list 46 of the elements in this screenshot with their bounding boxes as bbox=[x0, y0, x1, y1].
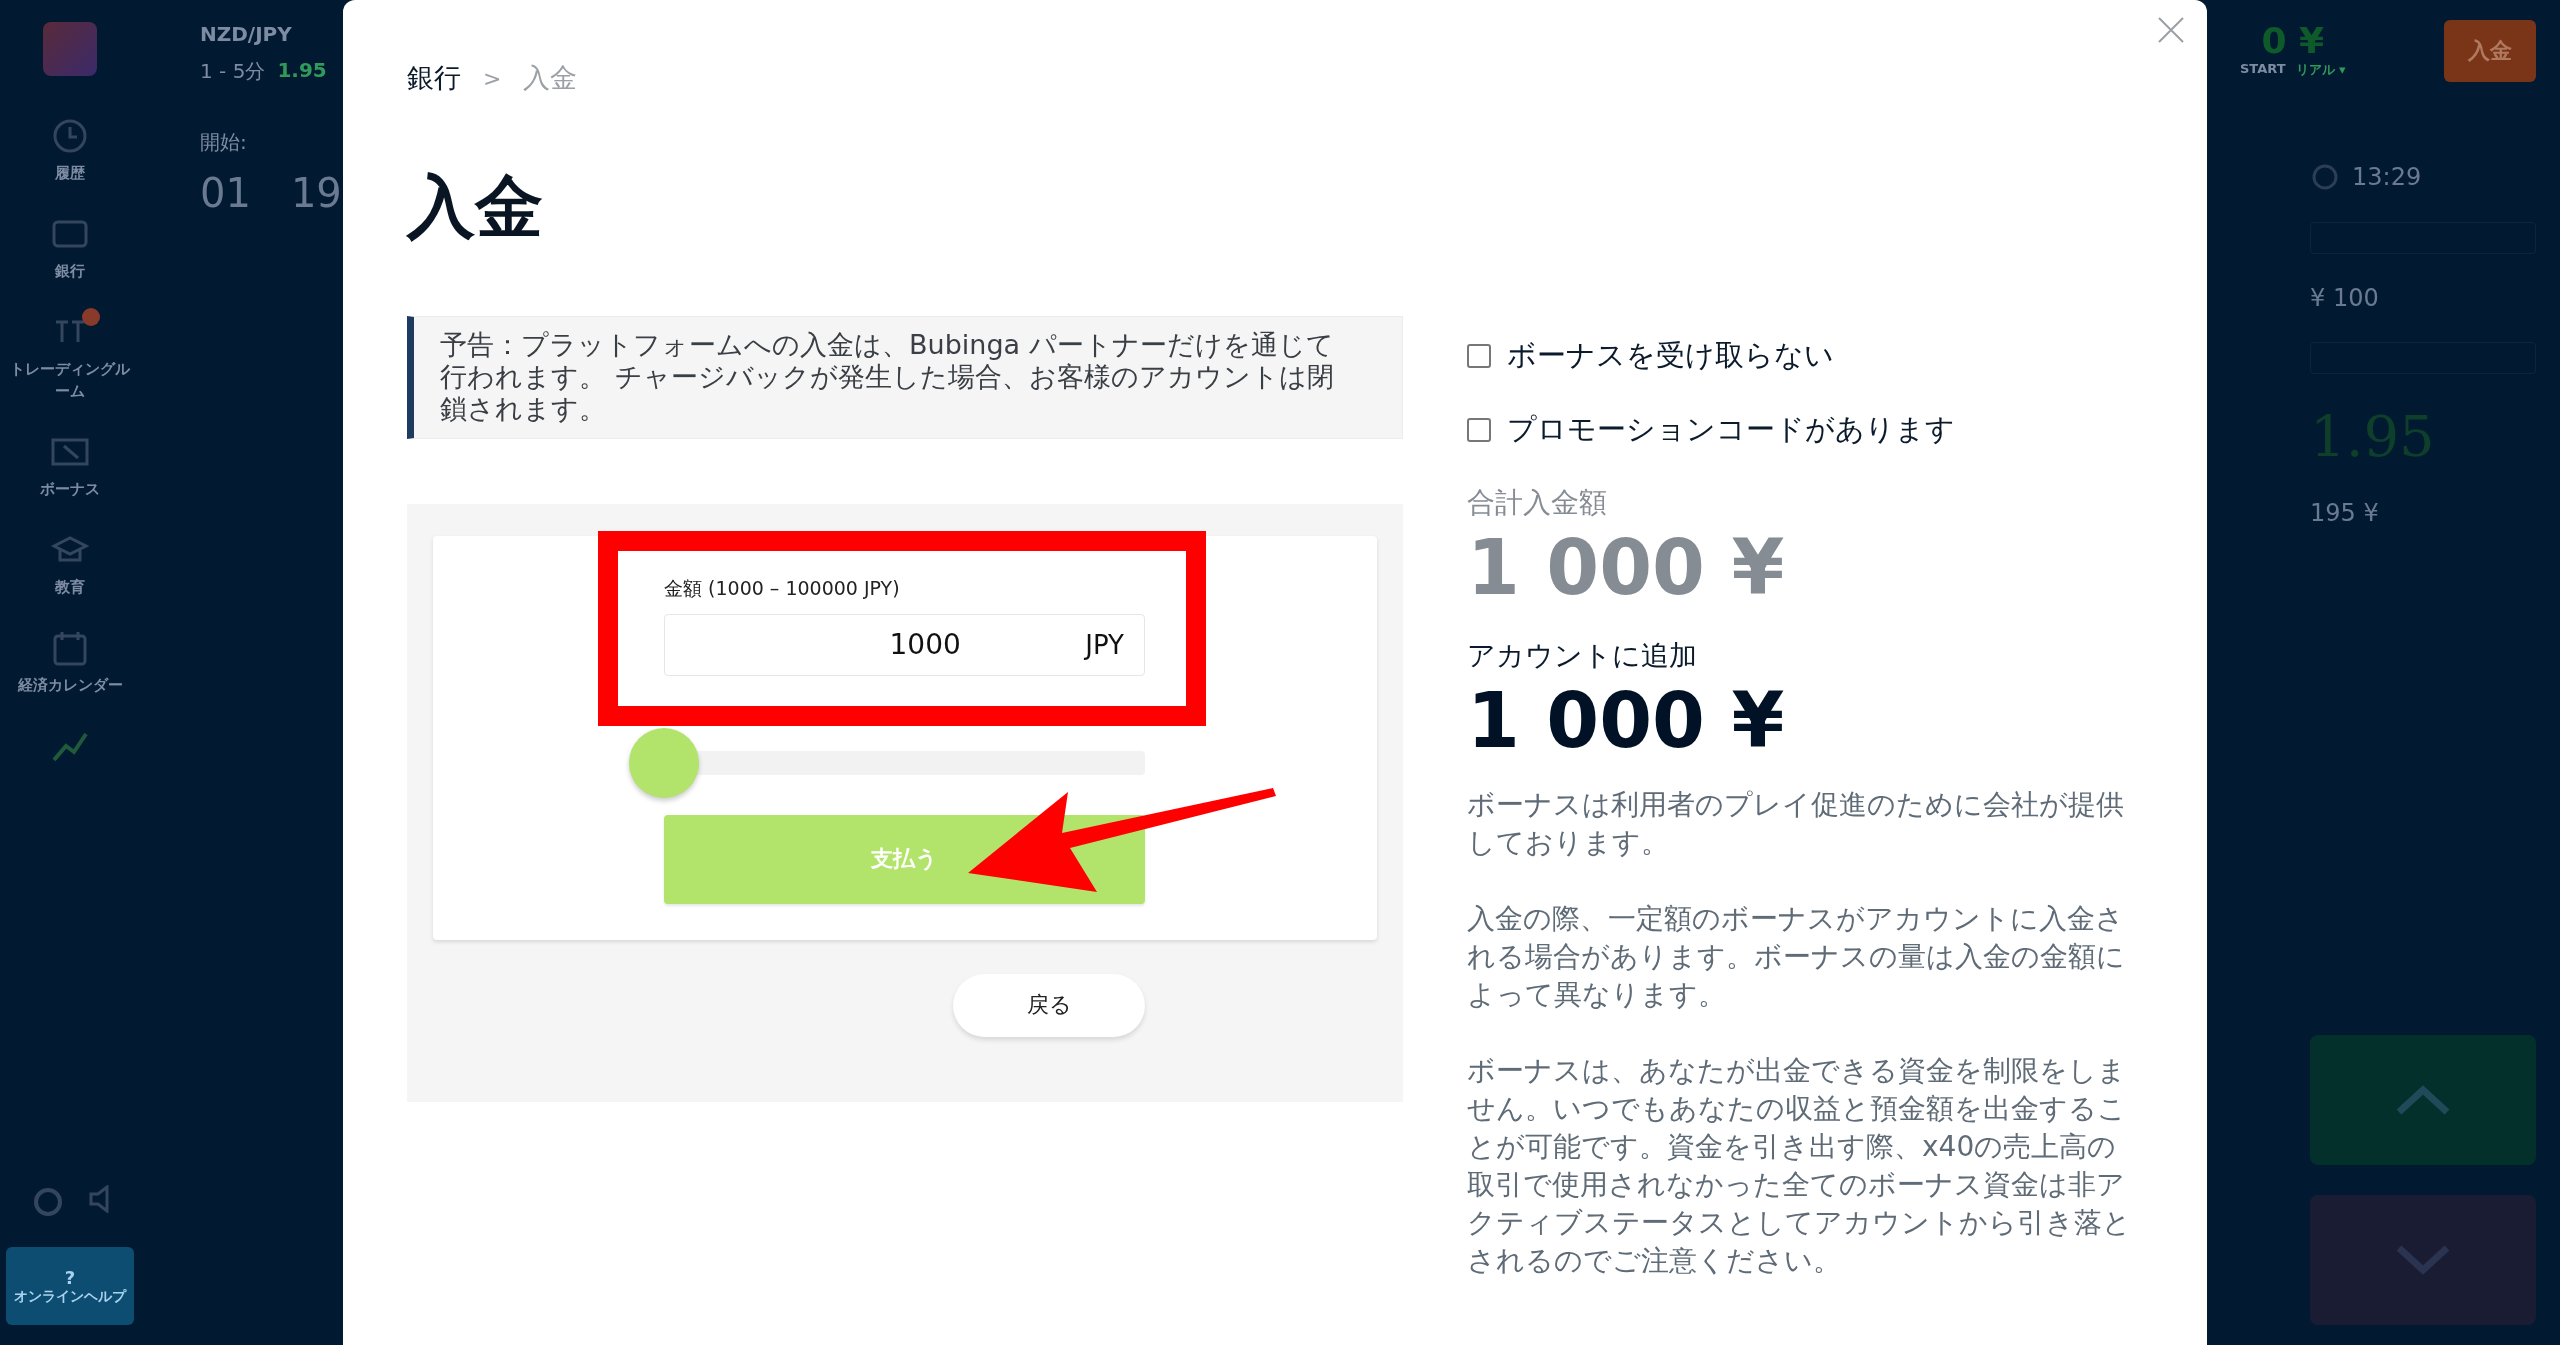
checkbox[interactable] bbox=[1467, 417, 1491, 442]
amount-value: ¥ 100 bbox=[2310, 284, 2380, 312]
clock-icon bbox=[2310, 162, 2340, 192]
info-paragraph: 入金の際、一定額のボーナスがアカウントに入金される場合があります。ボーナスの量は入金の金額によって異なります。 bbox=[1467, 900, 2126, 1013]
sidebar-item[interactable]: トレーディングルーム bbox=[5, 312, 135, 402]
profit-value: 195 ¥ bbox=[2310, 499, 2380, 527]
slider-thumb[interactable] bbox=[629, 727, 699, 798]
added-label: アカウントに追加 bbox=[1467, 637, 1698, 674]
sidebar-item[interactable]: 教育 bbox=[5, 530, 135, 598]
breadcrumb-link[interactable]: 入金 bbox=[523, 60, 578, 96]
notice-text: 予告：プラットフォームへの入金は、Bubinga パートナーだけを通じて行われます。 チャージバックが発生した場合、お客様のアカウントは閉鎖されます。 bbox=[407, 315, 1403, 439]
checkbox-label[interactable]: プロモーションコードがあります bbox=[1507, 409, 1955, 450]
timer-digits: 19 bbox=[290, 170, 342, 216]
sidebar-item[interactable]: 履歴 bbox=[5, 116, 135, 184]
account-type-dropdown[interactable]: リアル ▾ bbox=[2295, 61, 2346, 79]
total-amount: 1 000 ¥ bbox=[1467, 521, 1786, 613]
breadcrumb-link[interactable]: 銀行 bbox=[407, 60, 461, 96]
down-button[interactable] bbox=[2310, 1195, 2536, 1325]
timer-digits: 01 bbox=[200, 170, 251, 216]
sidebar-item[interactable]: 銀行 bbox=[5, 214, 135, 282]
time-value: 13:29 bbox=[2352, 163, 2422, 191]
logo-icon bbox=[43, 22, 97, 76]
timeframe-text: 1 - 5分 bbox=[200, 58, 266, 85]
sidebar-item[interactable]: 経済カレンダー bbox=[5, 628, 135, 696]
account-label: START bbox=[2240, 61, 2286, 78]
amount-label: 金額 (1000 – 100000 JPY) bbox=[664, 575, 901, 601]
balance-value: 0 ¥ bbox=[2260, 20, 2326, 61]
info-paragraph: ボーナスは利用者のプレイ促進のために会社が提供しております。 bbox=[1467, 786, 2125, 861]
checkbox-label[interactable]: ボーナスを受け取らない bbox=[1507, 335, 1834, 376]
sidebar-item[interactable]: ボーナス bbox=[5, 432, 135, 500]
amount-slider[interactable] bbox=[629, 727, 1145, 798]
added-amount: 1 000 ¥ bbox=[1467, 674, 1786, 766]
info-paragraph: ボーナスは、あなたが出金できる資金を制限をしません。いつでもあなたの収益と預金額を出金することが可能です。資金を引き出す際、x40の売上高の取引で使用されなかった全てのボーナス資金は非アクティブステータスとしてアカウントから引き落とされるのでご注意ください。 bbox=[1467, 1052, 2132, 1279]
breadcrumb-separator: > bbox=[483, 65, 502, 91]
speaker-icon bbox=[89, 1185, 109, 1213]
back-button[interactable]: 戻る bbox=[953, 973, 1145, 1037]
close-icon bbox=[2157, 16, 2185, 44]
up-button[interactable] bbox=[2310, 1035, 2536, 1165]
page-title: 入金 bbox=[407, 166, 544, 248]
total-label: 合計入金額 bbox=[1467, 484, 1608, 521]
start-label: 開始: bbox=[200, 129, 248, 156]
settings-icon bbox=[31, 1185, 65, 1219]
checkbox[interactable] bbox=[1467, 343, 1491, 368]
payout-text: 1.95 bbox=[277, 58, 327, 84]
amount-input[interactable]: 1000 JPY bbox=[664, 613, 1145, 676]
help-button[interactable]: ? オンラインヘルプ bbox=[6, 1247, 134, 1325]
